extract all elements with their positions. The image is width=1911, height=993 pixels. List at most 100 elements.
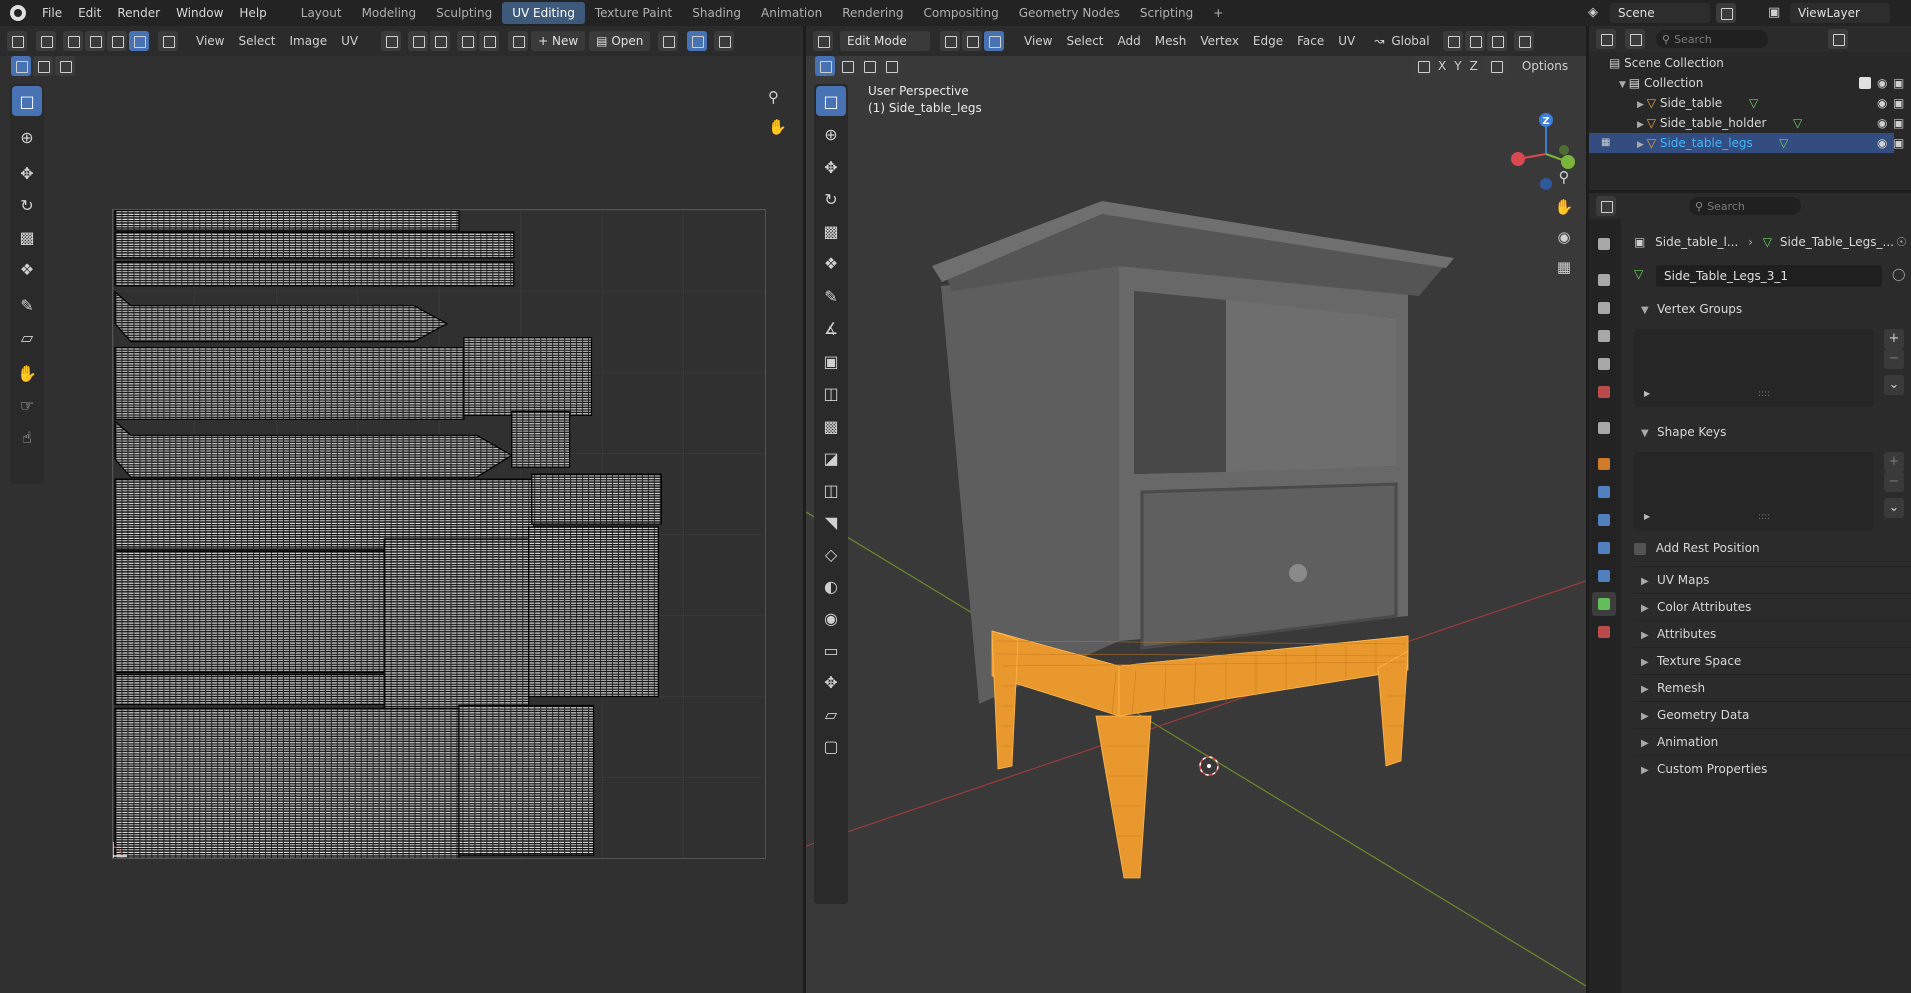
eye-icon[interactable]: ◉	[1877, 133, 1887, 153]
rotate-tool-icon[interactable]: ↻	[12, 190, 42, 220]
expand-arrow-icon[interactable]: ▼	[1619, 80, 1629, 90]
tab-geometry-nodes[interactable]: Geometry Nodes	[1009, 2, 1130, 24]
uv-sync-icon[interactable]	[36, 31, 56, 51]
vp-menu-mesh[interactable]: Mesh	[1148, 31, 1194, 51]
side-table-legs[interactable]	[991, 630, 1409, 879]
uv-menu-view[interactable]: View	[189, 31, 231, 51]
move-tool-icon[interactable]: ✥	[816, 152, 846, 182]
new-scene-icon[interactable]	[1716, 3, 1736, 23]
menu-help[interactable]: Help	[231, 2, 274, 24]
transform-tool-icon[interactable]: ❖	[816, 248, 846, 278]
vp-menu-view[interactable]: View	[1017, 31, 1059, 51]
list-expand-icon[interactable]: ▶	[1644, 512, 1650, 521]
shape-keys-panel-header[interactable]: ▼ Shape Keys	[1633, 419, 1911, 445]
uv-select-extend-icon[interactable]	[33, 56, 53, 76]
scene-tab-icon[interactable]	[1592, 352, 1616, 376]
measure-tool-icon[interactable]: ∡	[816, 313, 846, 343]
open-image-button[interactable]: ▤ Open	[589, 31, 651, 51]
remesh-panel-header[interactable]: ▶ Remesh	[1633, 674, 1911, 700]
loop-cut-tool-icon[interactable]: ◫	[816, 475, 846, 505]
camera-icon[interactable]: ▣	[1893, 73, 1904, 93]
remove-shape-key-button[interactable]: −	[1884, 472, 1904, 492]
vertex-select-icon[interactable]	[940, 31, 960, 51]
render-tab-icon[interactable]	[1592, 268, 1616, 292]
mode-selector[interactable]: Edit Mode	[840, 31, 930, 51]
snap-icon[interactable]	[408, 31, 429, 51]
tool-tab-icon[interactable]	[1592, 232, 1616, 256]
camera-icon[interactable]: ▣	[1893, 113, 1904, 133]
gizmo-toggle-icon[interactable]	[687, 31, 708, 51]
snap-target-icon[interactable]	[430, 31, 451, 51]
select-vertex-icon[interactable]	[63, 31, 83, 51]
3d-viewport[interactable]: Edit Mode View Select Add Mesh Vertex Ed…	[806, 26, 1586, 993]
mesh-data-icon[interactable]: ▽	[1779, 133, 1788, 153]
edge-slide-tool-icon[interactable]: ▭	[816, 635, 846, 665]
view-layer-tab-icon[interactable]	[1592, 324, 1616, 348]
shear-tool-icon[interactable]: ▱	[816, 699, 846, 729]
tab-modeling[interactable]: Modeling	[352, 2, 427, 24]
ortho-toggle-icon[interactable]: ▦	[1550, 258, 1578, 288]
tab-scripting[interactable]: Scripting	[1130, 2, 1203, 24]
falloff-icon[interactable]	[479, 31, 500, 51]
outliner-collection[interactable]: ▼ ▤ Collection ◉ ▣	[1589, 73, 1904, 93]
uv-menu-uv[interactable]: UV	[334, 31, 365, 51]
modifier-tab-icon[interactable]	[1592, 480, 1616, 504]
orientation-selector[interactable]: Global	[1384, 31, 1436, 51]
menu-edit[interactable]: Edit	[70, 2, 109, 24]
snap-icon[interactable]	[1464, 31, 1485, 51]
output-tab-icon[interactable]	[1592, 296, 1616, 320]
viewport-scene[interactable]: Z	[806, 56, 1586, 993]
overlay-toggle-icon[interactable]	[714, 31, 735, 51]
add-vertex-group-button[interactable]: +	[1884, 329, 1904, 349]
zoom-icon[interactable]: ⚲	[768, 88, 779, 106]
vp-menu-vertex[interactable]: Vertex	[1193, 31, 1246, 51]
properties-search[interactable]: ⚲ Search	[1689, 197, 1801, 215]
breadcrumb-mesh[interactable]: Side_Table_Legs_...	[1780, 235, 1894, 249]
cursor-tool-icon[interactable]: ⊕	[12, 122, 42, 152]
poly-build-tool-icon[interactable]: ◇	[816, 539, 846, 569]
vertex-groups-list[interactable]: ▶ ::::	[1634, 329, 1874, 407]
breadcrumb-object[interactable]: Side_table_l...	[1655, 235, 1738, 249]
annotate-tool-icon[interactable]: ✎	[816, 281, 846, 311]
outliner-item-side-table-holder[interactable]: ▶ ▽ Side_table_holder ▽ ◉ ▣	[1589, 113, 1904, 133]
uv-menu-image[interactable]: Image	[283, 31, 335, 51]
filter-icon[interactable]	[1828, 29, 1848, 49]
3d-cursor-icon[interactable]	[1199, 756, 1219, 776]
material-tab-icon[interactable]	[1592, 620, 1616, 644]
outliner-item-side-table[interactable]: ▶ ▽ Side_table ▽ ◉ ▣	[1589, 93, 1904, 113]
list-resize-handle[interactable]: ::::	[1758, 512, 1770, 522]
shrink-fatten-tool-icon[interactable]: ✥	[816, 667, 846, 697]
editor-type-icon[interactable]	[7, 31, 27, 51]
pinch-tool-icon[interactable]: ☝	[12, 422, 42, 452]
gizmo-y-icon[interactable]	[1561, 155, 1575, 169]
texture-space-panel-header[interactable]: ▶ Texture Space	[1633, 647, 1911, 673]
rotate-tool-icon[interactable]: ↻	[816, 184, 846, 214]
eye-icon[interactable]: ◉	[1877, 113, 1887, 133]
vp-menu-add[interactable]: Add	[1111, 31, 1148, 51]
collection-tab-icon[interactable]	[1592, 416, 1616, 440]
tab-layout[interactable]: Layout	[291, 2, 352, 24]
menu-render[interactable]: Render	[109, 2, 168, 24]
add-workspace-button[interactable]: +	[1203, 2, 1233, 24]
zoom-icon[interactable]: ⚲	[1550, 168, 1578, 198]
custom-properties-panel-header[interactable]: ▶ Custom Properties	[1633, 755, 1911, 781]
pivot-point-icon[interactable]	[1442, 31, 1463, 51]
editor-type-icon[interactable]	[1596, 29, 1616, 49]
expand-arrow-icon[interactable]: ▶	[1637, 120, 1647, 130]
list-resize-handle[interactable]: ::::	[1758, 389, 1770, 399]
expand-arrow-icon[interactable]: ▶	[1637, 100, 1647, 110]
snap-target-icon[interactable]	[1486, 31, 1507, 51]
mesh-data-tab-icon[interactable]	[1592, 592, 1616, 616]
shape-keys-list[interactable]: ▶ ::::	[1634, 452, 1874, 530]
remove-vertex-group-button[interactable]: −	[1884, 349, 1904, 369]
relax-tool-icon[interactable]: ☞	[12, 390, 42, 420]
fake-user-icon[interactable]: ◯	[1892, 267, 1905, 281]
drawer-front[interactable]	[1140, 482, 1398, 650]
animation-panel-header[interactable]: ▶ Animation	[1633, 728, 1911, 754]
gizmo-neg-y-icon[interactable]	[1559, 145, 1569, 155]
tab-sculpting[interactable]: Sculpting	[426, 2, 502, 24]
proportional-edit-icon[interactable]	[1513, 31, 1534, 51]
inset-tool-icon[interactable]: ▩	[816, 411, 846, 441]
outliner-scene-collection[interactable]: ▤ Scene Collection	[1589, 53, 1894, 73]
color-attributes-panel-header[interactable]: ▶ Color Attributes	[1633, 593, 1911, 619]
